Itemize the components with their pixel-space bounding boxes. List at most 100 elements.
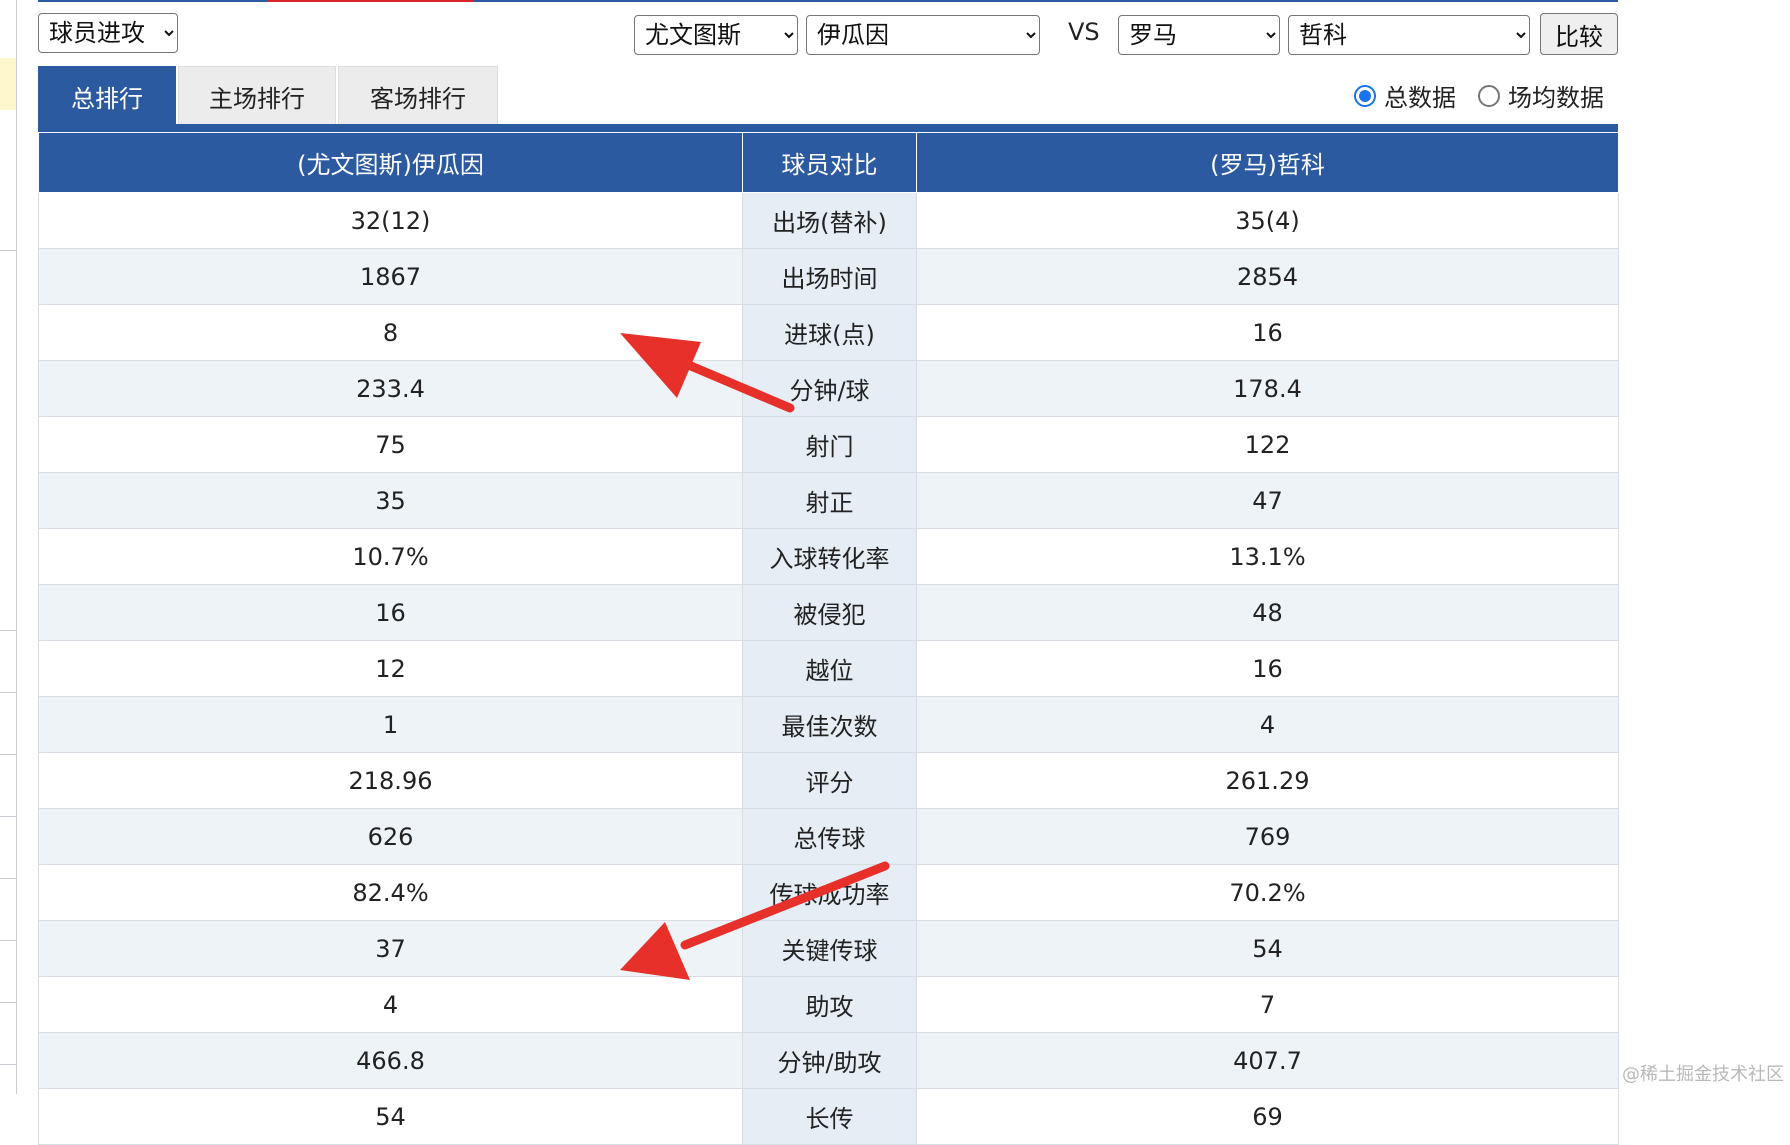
category-select[interactable]: 球员进攻 [38,13,178,53]
left-panel-divider [0,250,16,251]
player-comparison-table: (尤文图斯)伊瓜因 球员对比 (罗马)哲科 32(12) 出场(替补) 35(4) 1… [38,132,1619,1145]
stat-player-a: 54 [38,1088,743,1145]
stat-metric: 分钟/助攻 [742,1032,917,1089]
stat-player-a: 233.4 [38,360,743,417]
stat-player-a: 12 [38,640,743,697]
player-a-select[interactable]: 伊瓜因 [806,15,1040,55]
stat-metric: 助攻 [742,976,917,1033]
radio-total-data-label[interactable]: 总数据 [1384,78,1456,113]
stat-metric: 入球转化率 [742,528,917,585]
stat-player-a: 75 [38,416,743,473]
compare-button[interactable]: 比较 [1540,13,1618,55]
table-row: 35 射正 47 [38,472,1619,529]
stat-player-b: 54 [916,920,1619,977]
data-mode-radios: 总数据 场均数据 [1354,78,1618,113]
stat-player-b: 70.2% [916,864,1619,921]
left-panel-divider [0,754,16,755]
stat-metric: 最佳次数 [742,696,917,753]
left-panel-highlight [0,58,16,110]
header-comparison: 球员对比 [742,132,917,193]
stat-player-b: 47 [916,472,1619,529]
stat-player-b: 407.7 [916,1032,1619,1089]
table-row: 218.96 评分 261.29 [38,752,1619,809]
stat-player-a: 1 [38,696,743,753]
left-panel-divider [0,630,16,631]
tab-overall[interactable]: 总排行 [38,66,176,125]
stat-player-b: 69 [916,1088,1619,1145]
stat-player-b: 4 [916,696,1619,753]
table-row: 10.7% 入球转化率 13.1% [38,528,1619,585]
stat-player-a: 10.7% [38,528,743,585]
stat-player-b: 48 [916,584,1619,641]
player-b-select[interactable]: 哲科 [1288,15,1530,55]
table-row: 626 总传球 769 [38,808,1619,865]
left-panel-divider [0,878,16,879]
table-row: 233.4 分钟/球 178.4 [38,360,1619,417]
stat-metric: 越位 [742,640,917,697]
table-row: 1867 出场时间 2854 [38,248,1619,305]
left-panel-divider [0,1064,16,1065]
stat-player-a: 35 [38,472,743,529]
stat-player-a: 1867 [38,248,743,305]
tab-away[interactable]: 客场排行 [338,66,498,125]
left-panel-divider [0,816,16,817]
top-border-accent [268,0,473,2]
header-player-a: (尤文图斯)伊瓜因 [38,132,743,193]
table-row: 8 进球(点) 16 [38,304,1619,361]
stat-player-b: 13.1% [916,528,1619,585]
top-border [38,0,1618,2]
radio-per-game-data[interactable] [1478,84,1500,107]
table-row: 37 关键传球 54 [38,920,1619,977]
table-row: 1 最佳次数 4 [38,696,1619,753]
header-player-b: (罗马)哲科 [916,132,1619,193]
radio-total-data[interactable] [1354,84,1376,107]
stat-metric: 出场(替补) [742,192,917,249]
stat-player-b: 178.4 [916,360,1619,417]
table-row: 82.4% 传球成功率 70.2% [38,864,1619,921]
stat-metric: 分钟/球 [742,360,917,417]
stat-metric: 出场时间 [742,248,917,305]
stat-metric: 进球(点) [742,304,917,361]
vs-label: VS [1068,18,1100,46]
watermark: @稀土掘金技术社区 [1622,1064,1784,1085]
stat-player-b: 16 [916,304,1619,361]
stat-player-a: 8 [38,304,743,361]
stat-metric: 射正 [742,472,917,529]
stat-player-b: 2854 [916,248,1619,305]
team-a-select[interactable]: 尤文图斯 [634,15,798,55]
stat-player-a: 82.4% [38,864,743,921]
stat-player-a: 626 [38,808,743,865]
table-row: 12 越位 16 [38,640,1619,697]
stat-metric: 射门 [742,416,917,473]
left-panel-divider [0,1002,16,1003]
stat-player-a: 32(12) [38,192,743,249]
stat-player-a: 16 [38,584,743,641]
stat-player-b: 769 [916,808,1619,865]
stat-player-a: 218.96 [38,752,743,809]
stat-player-b: 16 [916,640,1619,697]
stat-player-b: 261.29 [916,752,1619,809]
stat-metric: 传球成功率 [742,864,917,921]
table-row: 16 被侵犯 48 [38,584,1619,641]
table-row: 466.8 分钟/助攻 407.7 [38,1032,1619,1089]
stat-metric: 评分 [742,752,917,809]
stat-player-b: 35(4) [916,192,1619,249]
left-panel-edge [0,0,17,1094]
stat-metric: 长传 [742,1088,917,1145]
team-b-select[interactable]: 罗马 [1118,15,1280,55]
table-row: 32(12) 出场(替补) 35(4) [38,192,1619,249]
left-panel-divider [0,692,16,693]
table-row: 75 射门 122 [38,416,1619,473]
stat-player-b: 7 [916,976,1619,1033]
radio-per-game-data-label[interactable]: 场均数据 [1508,78,1604,113]
stat-player-a: 466.8 [38,1032,743,1089]
stat-metric: 关键传球 [742,920,917,977]
table-top-bar [38,124,1618,132]
table-header-row: (尤文图斯)伊瓜因 球员对比 (罗马)哲科 [38,132,1619,193]
table-row: 54 长传 69 [38,1088,1619,1145]
tab-home[interactable]: 主场排行 [178,66,336,125]
left-panel-divider [0,940,16,941]
stat-metric: 被侵犯 [742,584,917,641]
stat-player-a: 4 [38,976,743,1033]
stat-player-a: 37 [38,920,743,977]
